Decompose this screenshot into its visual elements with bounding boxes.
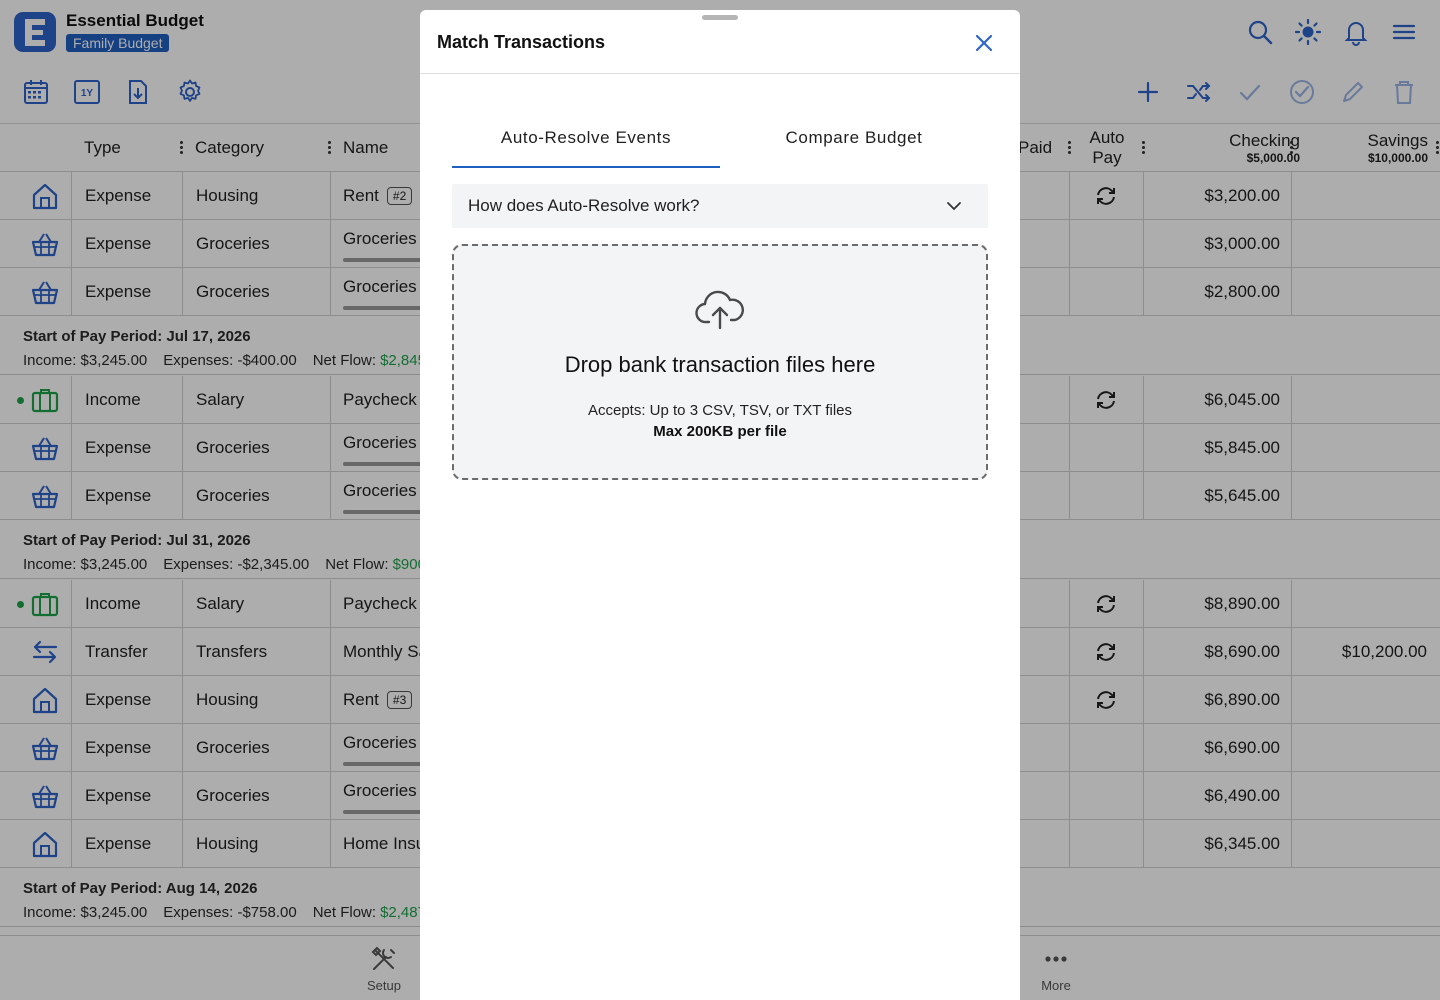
budget-app: Essential Budget Family Budget 1Y Type C… [0,0,1440,1000]
sheet-title: Match Transactions [437,32,606,52]
close-icon[interactable] [971,30,997,56]
drop-zone-max-size: Max 200KB per file [653,423,787,440]
auto-resolve-help-accordion[interactable]: How does Auto-Resolve work? [452,184,988,228]
tab-auto-resolve-events[interactable]: Auto-Resolve Events [452,114,720,168]
sheet-divider [420,73,1020,74]
drop-zone-accepts: Accepts: Up to 3 CSV, TSV, or TXT files [587,402,853,419]
tab-compare-budget[interactable]: Compare Budget [720,114,988,168]
cloud-upload-icon [694,286,746,332]
accordion-label: How does Auto-Resolve work? [468,196,700,215]
drop-zone-title: Drop bank transaction files here [564,352,876,377]
sheet-grab-handle[interactable] [702,15,738,20]
chevron-down-icon [947,202,961,211]
file-drop-zone[interactable]: Drop bank transaction files here Accepts… [452,244,988,480]
match-transactions-sheet: Match Transactions Auto-Resolve Events C… [420,10,1020,1000]
